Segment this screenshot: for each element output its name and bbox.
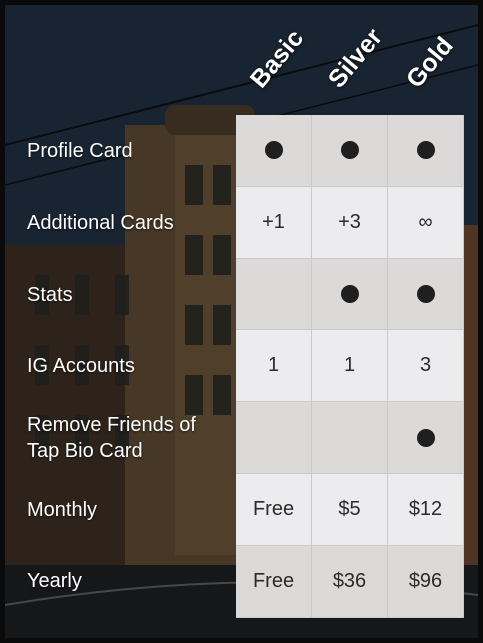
cell-profile-card-gold [388, 115, 464, 187]
row-label-yearly: Yearly [27, 570, 82, 592]
cell-ig-accounts-silver: 1 [312, 330, 388, 403]
cell-stats-gold [388, 258, 464, 331]
filled-circle-icon [416, 284, 435, 303]
cell-additional-cards-basic: +1 [236, 186, 312, 259]
filled-circle-icon [340, 284, 359, 303]
pricing-comparison-screen: Basic Silver Gold Profile Card Additiona… [5, 5, 478, 638]
filled-circle-icon [416, 141, 435, 160]
row-label-ig-accounts: IG Accounts [27, 355, 135, 377]
filled-circle-icon [340, 141, 359, 160]
row-label-stats: Stats [27, 284, 73, 306]
cell-remove-friends-silver [312, 402, 388, 474]
cell-monthly-silver: $5 [312, 474, 388, 546]
cell-stats-silver [312, 258, 388, 331]
filled-circle-icon [416, 428, 435, 447]
cell-remove-friends-gold [388, 402, 464, 474]
row-label-monthly: Monthly [27, 499, 98, 521]
comparison-table: +1 +3 ∞ 1 1 3 Free $5 $12 Free $36 $96 [236, 115, 464, 618]
cell-stats-basic [236, 258, 312, 331]
cell-yearly-silver: $36 [312, 545, 388, 618]
cell-ig-accounts-basic: 1 [236, 330, 312, 403]
cell-profile-card-basic [236, 115, 312, 187]
cell-monthly-gold: $12 [388, 474, 464, 546]
cell-remove-friends-basic [236, 402, 312, 474]
row-label-additional-cards: Additional Cards [27, 212, 174, 234]
cell-profile-card-silver [312, 115, 388, 187]
row-label-remove-friends: Remove Friends of Tap Bio Card [27, 414, 196, 462]
cell-ig-accounts-gold: 3 [388, 330, 464, 403]
cell-yearly-basic: Free [236, 545, 312, 618]
cell-additional-cards-silver: +3 [312, 186, 388, 259]
filled-circle-icon [264, 141, 283, 160]
cell-yearly-gold: $96 [388, 545, 464, 618]
cell-monthly-basic: Free [236, 474, 312, 546]
row-label-profile-card: Profile Card [27, 140, 133, 162]
cell-additional-cards-gold: ∞ [388, 186, 464, 259]
